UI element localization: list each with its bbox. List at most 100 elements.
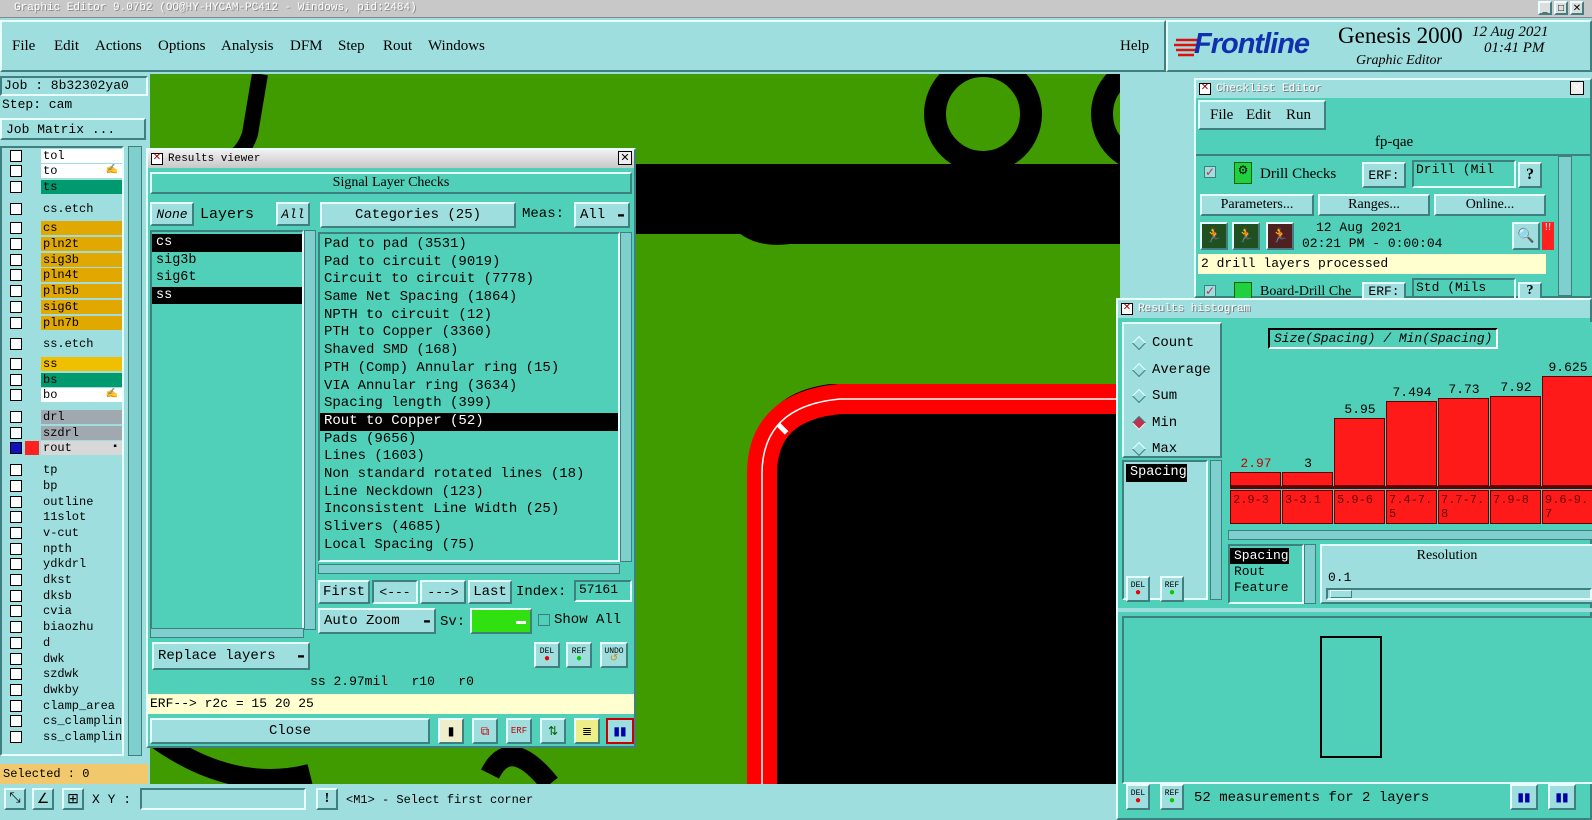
- layer-color-swatch[interactable]: [25, 730, 39, 744]
- xy-input[interactable]: [140, 788, 306, 810]
- index-input[interactable]: 57161: [574, 580, 632, 602]
- layer-row-bp[interactable]: bp: [4, 478, 122, 493]
- layer-row-rout[interactable]: rout ▪: [4, 441, 122, 456]
- categories-button[interactable]: Categories (25): [320, 202, 516, 228]
- drill-checks-label[interactable]: Drill Checks: [1260, 166, 1336, 183]
- prev-button[interactable]: <---: [372, 580, 418, 604]
- category-item[interactable]: Shaved SMD (168): [320, 342, 618, 360]
- menu-file[interactable]: File: [12, 38, 35, 55]
- menu-rout[interactable]: Rout: [383, 38, 412, 55]
- layer-row-ss[interactable]: ss: [4, 356, 122, 371]
- attr-rout[interactable]: Rout: [1230, 564, 1302, 580]
- layer-color-swatch[interactable]: [25, 541, 39, 556]
- layer-name[interactable]: sig3b: [41, 252, 122, 267]
- help-button[interactable]: ?: [1518, 162, 1542, 188]
- category-item[interactable]: Inconsistent Line Width (25): [320, 501, 618, 519]
- ref-button[interactable]: REF ●: [566, 642, 592, 668]
- hist-ref-button[interactable]: REF ●: [1160, 576, 1184, 602]
- histogram-bar[interactable]: [1490, 395, 1541, 486]
- report-icon[interactable]: ≣: [574, 718, 600, 744]
- layer-row-d[interactable]: d: [4, 635, 122, 650]
- histogram-view-icon[interactable]: ▮▮: [1510, 784, 1538, 810]
- bar-category-label[interactable]: 7.7-7.8: [1438, 490, 1489, 524]
- mode-radio-count[interactable]: Count: [1131, 330, 1220, 357]
- checklist-menu-edit[interactable]: Edit: [1246, 107, 1271, 124]
- layer-checkbox[interactable]: [10, 426, 22, 439]
- last-button[interactable]: Last: [468, 580, 512, 604]
- checklist-close-icon[interactable]: ✕: [1570, 81, 1584, 95]
- layer-checkbox[interactable]: [10, 373, 22, 386]
- layer-row-ydkdrl[interactable]: ydkdrl: [4, 557, 122, 572]
- layer-name[interactable]: pln5b: [41, 284, 122, 299]
- layer-name[interactable]: ydkdrl: [41, 557, 122, 572]
- layer-checkbox[interactable]: [10, 511, 22, 524]
- radio-icon[interactable]: [1131, 362, 1147, 377]
- layer-checkbox[interactable]: [10, 238, 22, 250]
- run-icon[interactable]: 🏃: [1200, 222, 1228, 250]
- layer-checkbox[interactable]: [10, 605, 22, 618]
- rv-layer-item[interactable]: ss: [152, 286, 302, 304]
- bar-category-label[interactable]: 2.9-3: [1230, 490, 1281, 524]
- layer-color-swatch[interactable]: [25, 284, 39, 299]
- online-button[interactable]: Online...: [1434, 194, 1546, 216]
- bar-category-label[interactable]: 7.4-7.5: [1386, 490, 1437, 524]
- layer-name[interactable]: pln7b: [41, 315, 122, 330]
- layer-checkbox[interactable]: [10, 464, 22, 477]
- layer-color-swatch[interactable]: [25, 714, 39, 729]
- zoom-tool-button[interactable]: ⤡: [4, 788, 26, 810]
- auto-zoom-select[interactable]: Auto Zoom ▬: [318, 608, 436, 634]
- category-item[interactable]: NPTH to circuit (12): [320, 307, 618, 325]
- layer-row-ss.etch[interactable]: ss.etch: [4, 337, 122, 352]
- meas-select[interactable]: All ▬: [574, 202, 630, 228]
- layer-checkbox[interactable]: [10, 202, 22, 215]
- layer-checkbox[interactable]: [10, 526, 22, 539]
- layer-color-swatch[interactable]: [25, 604, 39, 619]
- histogram-bar[interactable]: [1386, 400, 1437, 486]
- categories-vscroll[interactable]: [620, 232, 632, 562]
- category-item[interactable]: Pad to circuit (9019): [320, 254, 618, 272]
- layer-row-11slot[interactable]: 11slot: [4, 510, 122, 525]
- layer-color-swatch[interactable]: [25, 698, 39, 713]
- layer-checkbox[interactable]: [10, 731, 22, 743]
- attr-listbox[interactable]: Spacing Rout Feature: [1228, 544, 1304, 604]
- layer-checkbox[interactable]: [10, 222, 22, 235]
- layer-checkbox[interactable]: [10, 542, 22, 555]
- layer-row-szdwk[interactable]: szdwk: [4, 667, 122, 682]
- results-viewer-close-icon[interactable]: ✕: [618, 151, 632, 165]
- checklist-menu-file[interactable]: File: [1210, 107, 1233, 124]
- layer-name[interactable]: dkst: [41, 573, 122, 587]
- layers-hscroll[interactable]: [150, 628, 304, 638]
- layer-checkbox[interactable]: [10, 149, 22, 162]
- layer-checkbox[interactable]: [10, 668, 22, 681]
- layer-row-tol[interactable]: tol: [4, 148, 122, 163]
- none-layers-button[interactable]: None: [150, 202, 194, 226]
- layer-color-swatch[interactable]: [25, 525, 39, 540]
- layer-color-swatch[interactable]: [25, 268, 39, 283]
- layer-color-swatch[interactable]: [25, 221, 39, 236]
- spacing-list-item[interactable]: Spacing: [1126, 464, 1187, 482]
- layer-row-bs[interactable]: bs: [4, 372, 122, 387]
- layer-checkbox[interactable]: [10, 180, 22, 193]
- erf-value-field-2[interactable]: Std (Mils: [1412, 278, 1516, 300]
- menu-dfm[interactable]: DFM: [290, 38, 323, 55]
- zoom-results-icon[interactable]: 🔍: [1512, 222, 1540, 250]
- layer-color-swatch[interactable]: [25, 635, 39, 650]
- layer-color-swatch[interactable]: [25, 463, 39, 478]
- layer-color-swatch[interactable]: [25, 510, 39, 525]
- histogram-icon[interactable]: ▮▮: [606, 718, 634, 744]
- layer-row-drl[interactable]: drl: [4, 410, 122, 425]
- layer-row-cs.etch[interactable]: cs.etch: [4, 201, 122, 216]
- layer-row-pln2t[interactable]: pln2t: [4, 237, 122, 252]
- layer-name[interactable]: bp: [41, 478, 122, 493]
- layer-list-scrollbar[interactable]: [128, 146, 142, 756]
- radio-icon[interactable]: [1131, 336, 1147, 351]
- layer-row-cvia[interactable]: cvia: [4, 604, 122, 619]
- menu-options[interactable]: Options: [158, 38, 206, 55]
- layers-vscroll[interactable]: [304, 230, 316, 630]
- ranges-button[interactable]: Ranges...: [1318, 194, 1430, 216]
- del-button[interactable]: DEL ●: [534, 642, 560, 668]
- layer-checkbox[interactable]: [10, 699, 22, 712]
- checklist-menu-run[interactable]: Run: [1286, 107, 1311, 124]
- layer-name[interactable]: ss_clampline: [41, 730, 122, 744]
- attr-feature[interactable]: Feature: [1230, 580, 1302, 596]
